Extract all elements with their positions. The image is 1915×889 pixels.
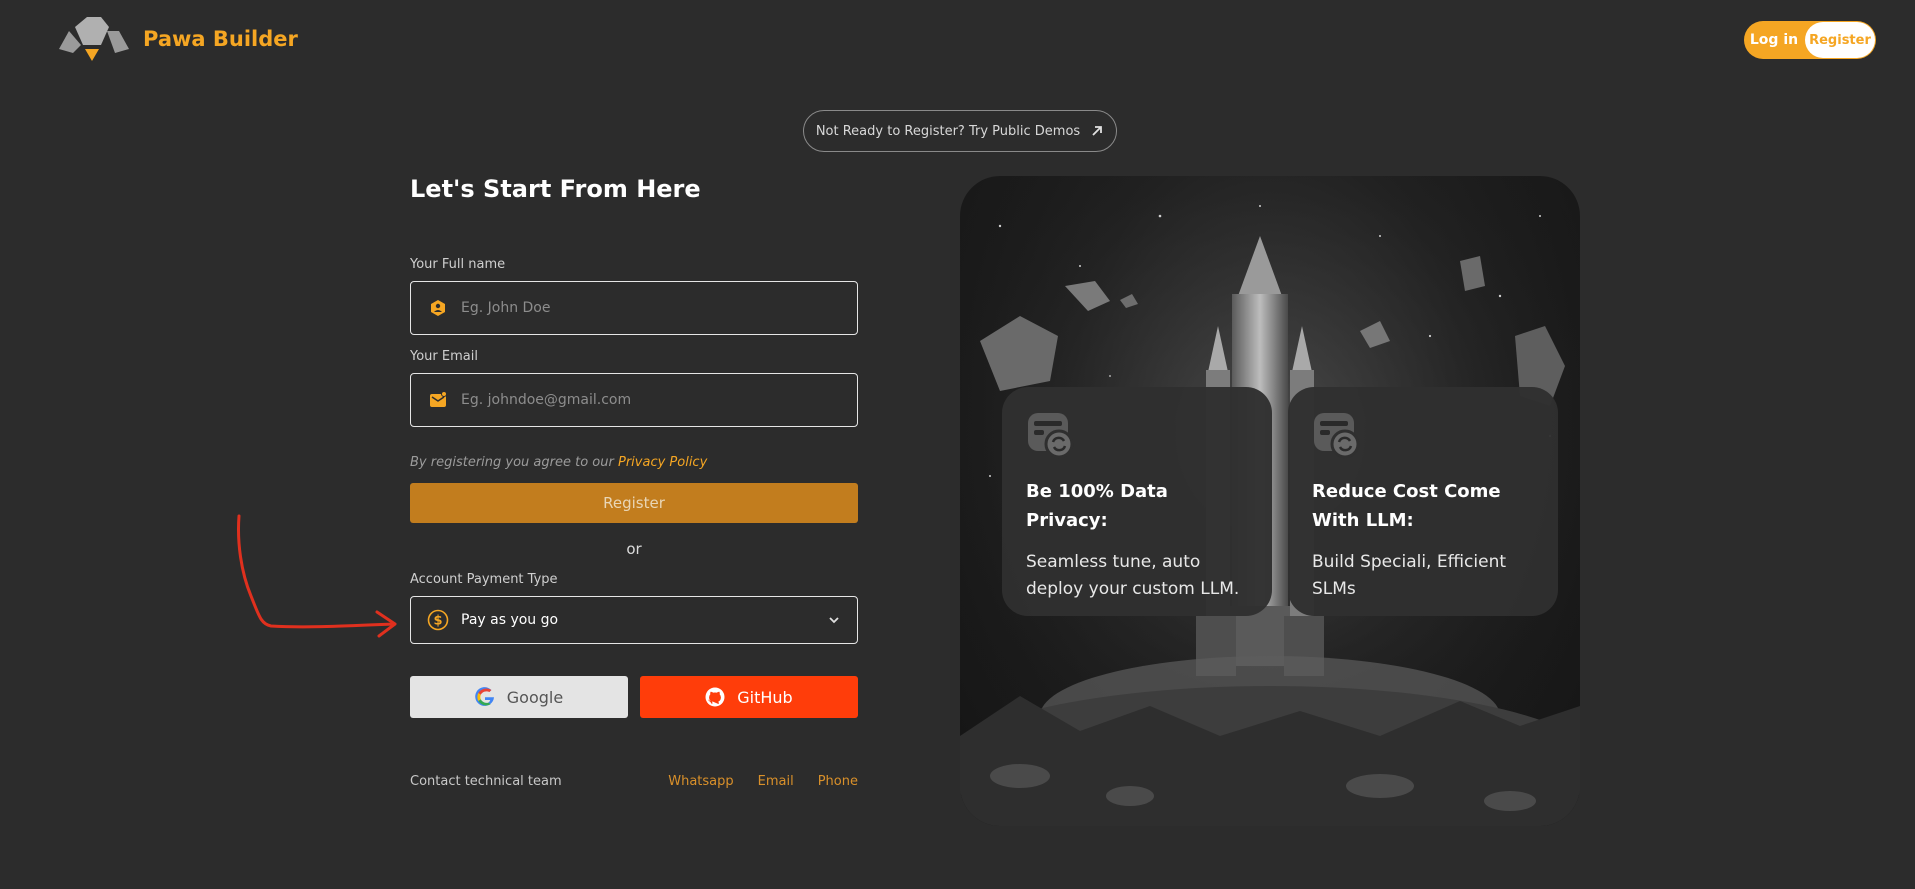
name-field[interactable] bbox=[410, 281, 858, 335]
feature-description: Build Speciali, Efficient SLMs bbox=[1312, 552, 1507, 599]
github-login-button[interactable]: GitHub bbox=[640, 676, 858, 718]
feature-card-cost: Reduce Cost Come With LLM: Build Special… bbox=[1288, 387, 1558, 616]
settings-sync-icon bbox=[1028, 413, 1074, 459]
arrow-up-right-icon bbox=[1092, 126, 1103, 136]
auth-toggle: Log in Register bbox=[1744, 21, 1876, 59]
logo[interactable]: Pawa Builder bbox=[55, 15, 298, 63]
contact-row: Contact technical team Whatsapp Email Ph… bbox=[410, 774, 858, 789]
name-input[interactable] bbox=[461, 300, 821, 316]
mail-icon bbox=[430, 391, 447, 407]
svg-text:$: $ bbox=[433, 614, 442, 629]
agreement-text: By registering you agree to our Privacy … bbox=[410, 455, 858, 470]
feature-card-privacy: Be 100% Data Privacy: Seamless tune, aut… bbox=[1002, 387, 1272, 616]
contact-label: Contact technical team bbox=[410, 774, 562, 789]
email-link[interactable]: Email bbox=[758, 774, 794, 789]
agreement-label: By registering you agree to our bbox=[410, 455, 614, 470]
privacy-policy-link[interactable]: Privacy Policy bbox=[618, 455, 707, 470]
feature-title: Reduce Cost Come With LLM: bbox=[1312, 481, 1501, 531]
google-login-button[interactable]: Google bbox=[410, 676, 628, 718]
page-title: Let's Start From Here bbox=[410, 175, 701, 203]
settings-sync-icon bbox=[1314, 413, 1360, 459]
payment-type-value: Pay as you go bbox=[461, 612, 559, 628]
payment-type-select[interactable]: $ Pay as you go bbox=[410, 596, 858, 644]
hero-card: Be 100% Data Privacy: Seamless tune, aut… bbox=[960, 176, 1580, 826]
public-demos-button[interactable]: Not Ready to Register? Try Public Demos bbox=[803, 110, 1117, 152]
name-label: Your Full name bbox=[410, 257, 506, 272]
annotation-arrow bbox=[237, 514, 397, 638]
email-input[interactable] bbox=[461, 392, 821, 408]
github-icon bbox=[705, 687, 725, 707]
email-label: Your Email bbox=[410, 349, 478, 364]
whatsapp-link[interactable]: Whatsapp bbox=[668, 774, 733, 789]
register-button[interactable]: Register bbox=[410, 483, 858, 523]
feature-description: Seamless tune, auto deploy your custom L… bbox=[1026, 552, 1240, 599]
github-label: GitHub bbox=[737, 687, 793, 707]
register-nav-button[interactable]: Register bbox=[1805, 22, 1875, 58]
dollar-coin-icon: $ bbox=[427, 609, 449, 631]
google-label: Google bbox=[506, 687, 564, 707]
social-login-row: Google GitHub bbox=[410, 676, 858, 718]
register-form: Let's Start From Here Your Full name You… bbox=[410, 175, 858, 789]
phone-link[interactable]: Phone bbox=[818, 774, 858, 789]
logo-icon bbox=[59, 17, 129, 61]
login-button[interactable]: Log in bbox=[1744, 32, 1804, 48]
brand-name: Pawa Builder bbox=[143, 27, 298, 51]
payment-type-label: Account Payment Type bbox=[410, 572, 558, 587]
user-badge-icon bbox=[431, 300, 445, 316]
feature-title: Be 100% Data Privacy: bbox=[1026, 481, 1168, 531]
email-field[interactable] bbox=[410, 373, 858, 427]
or-divider: or bbox=[626, 540, 642, 558]
public-demos-label: Not Ready to Register? Try Public Demos bbox=[815, 123, 1081, 139]
chevron-down-icon bbox=[829, 617, 839, 624]
google-icon bbox=[475, 687, 494, 706]
